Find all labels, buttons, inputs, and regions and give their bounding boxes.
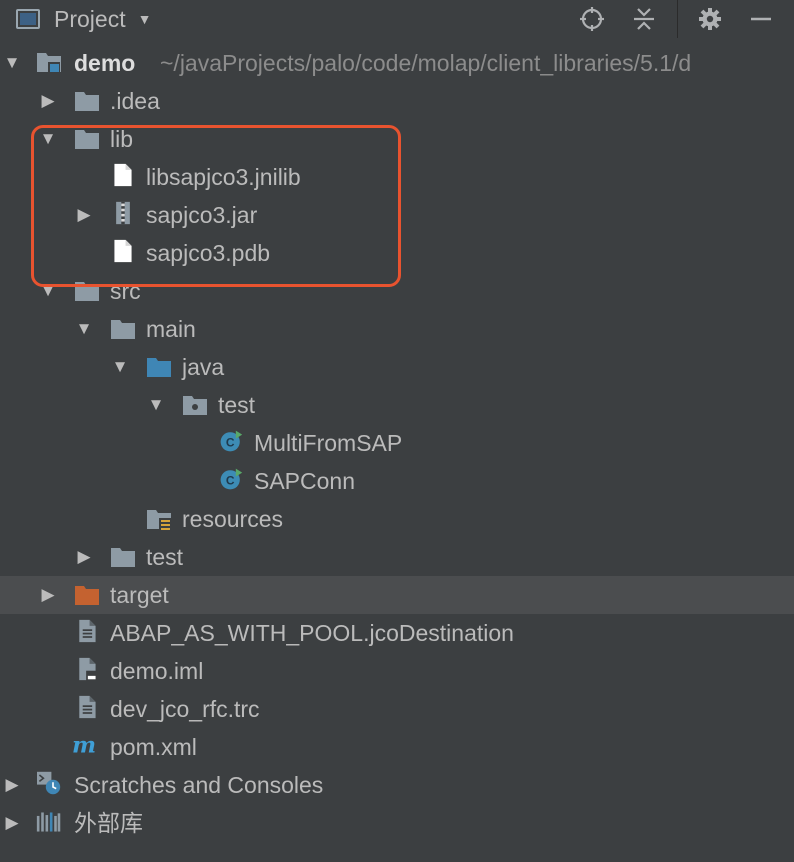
tree-row-resources[interactable]: resources [0, 500, 794, 538]
project-title: Project [54, 5, 126, 32]
caret-down-icon: ▼ [137, 11, 152, 27]
folder-icon [111, 548, 135, 567]
project-path: ~/javaProjects/palo/code/molap/client_li… [160, 50, 692, 76]
header-divider [677, 0, 678, 38]
settings-button[interactable] [695, 4, 725, 34]
tree-item-label: test [146, 544, 184, 570]
text-file-icon [79, 619, 96, 643]
tree-item-label: main [146, 316, 196, 342]
scratches-icon [37, 771, 61, 795]
highlight-annotation-box [31, 125, 401, 287]
tree-row-scratches[interactable]: ▶ Scratches and Consoles [0, 766, 794, 804]
svg-text:m: m [72, 733, 96, 757]
minimize-icon [751, 17, 771, 21]
collapse-all-button[interactable] [629, 4, 659, 34]
tree-item-label: demo.iml [110, 658, 204, 684]
tree-row-idea[interactable]: ▶ .idea [0, 82, 794, 120]
tree-item-label: ABAP_AS_WITH_POOL.jcoDestination [110, 620, 514, 646]
expanded-arrow-icon[interactable]: ▼ [74, 310, 94, 348]
project-view-icon [16, 9, 40, 29]
tree-item-label: resources [182, 506, 283, 532]
resources-folder-icon [147, 510, 171, 531]
folder-icon [111, 320, 135, 339]
folder-icon [75, 92, 99, 111]
module-file-icon [79, 657, 98, 681]
tree-item-label: Scratches and Consoles [74, 772, 324, 798]
project-view-selector[interactable]: Project ▼ [16, 4, 151, 34]
locate-target-button[interactable] [577, 4, 607, 34]
tree-row-multifromsap[interactable]: C MultiFromSAP [0, 424, 794, 462]
tree-item-label: demo [74, 50, 136, 76]
collapsed-arrow-icon[interactable]: ▶ [38, 82, 58, 120]
runnable-class-icon: C [220, 430, 243, 452]
tree-row-target[interactable]: ▶ target [0, 576, 794, 614]
module-folder-icon [37, 53, 61, 73]
tree-row-test-package[interactable]: ▼ test [0, 386, 794, 424]
collapsed-arrow-icon[interactable]: ▶ [2, 766, 22, 804]
tree-row-abap-destination[interactable]: ABAP_AS_WITH_POOL.jcoDestination [0, 614, 794, 652]
runnable-class-icon: C [220, 468, 243, 490]
maven-icon: m [72, 733, 96, 757]
tree-item-label: 外部库 [74, 810, 143, 836]
minimize-button[interactable] [746, 4, 776, 34]
tree-row-main[interactable]: ▼ main [0, 310, 794, 348]
tree-item-label: dev_jco_rfc.trc [110, 696, 260, 722]
collapsed-arrow-icon[interactable]: ▶ [38, 576, 58, 614]
tree-item-label: java [182, 354, 225, 380]
source-folder-icon [147, 358, 171, 377]
tree-row-sapconn[interactable]: C SAPConn [0, 462, 794, 500]
tree-row-dev-jco-rfc-trc[interactable]: dev_jco_rfc.trc [0, 690, 794, 728]
tree-item-label: target [110, 582, 169, 608]
tree-row-external-libraries[interactable]: ▶ 外部库 [0, 804, 794, 842]
project-tool-window-header: Project ▼ [0, 0, 794, 38]
tree-item-label: .idea [110, 88, 160, 114]
locate-target-icon [580, 7, 604, 31]
collapsed-arrow-icon[interactable]: ▶ [74, 538, 94, 576]
tree-row-pom-xml[interactable]: m pom.xml [0, 728, 794, 766]
svg-text:C: C [226, 474, 235, 488]
tree-item-label: SAPConn [254, 468, 356, 494]
excluded-folder-icon [75, 586, 99, 605]
library-icon [36, 812, 61, 832]
text-file-icon [79, 695, 96, 719]
tree-item-label: MultiFromSAP [254, 430, 403, 456]
collapsed-arrow-icon[interactable]: ▶ [2, 804, 22, 842]
package-icon [183, 396, 207, 415]
tree-row-java[interactable]: ▼ java [0, 348, 794, 386]
tree-row-test-folder[interactable]: ▶ test [0, 538, 794, 576]
gear-icon [699, 8, 721, 30]
tree-item-label: pom.xml [110, 734, 197, 760]
expanded-arrow-icon[interactable]: ▼ [110, 348, 130, 386]
expanded-arrow-icon[interactable]: ▼ [2, 44, 22, 82]
tree-row-demo[interactable]: ▼ demo ~/javaProjects/palo/code/molap/cl… [0, 44, 794, 82]
tree-row-demo-iml[interactable]: demo.iml [0, 652, 794, 690]
collapse-all-icon [634, 8, 654, 30]
tree-item-label: test [218, 392, 256, 418]
svg-text:C: C [226, 436, 235, 450]
expanded-arrow-icon[interactable]: ▼ [146, 386, 166, 424]
